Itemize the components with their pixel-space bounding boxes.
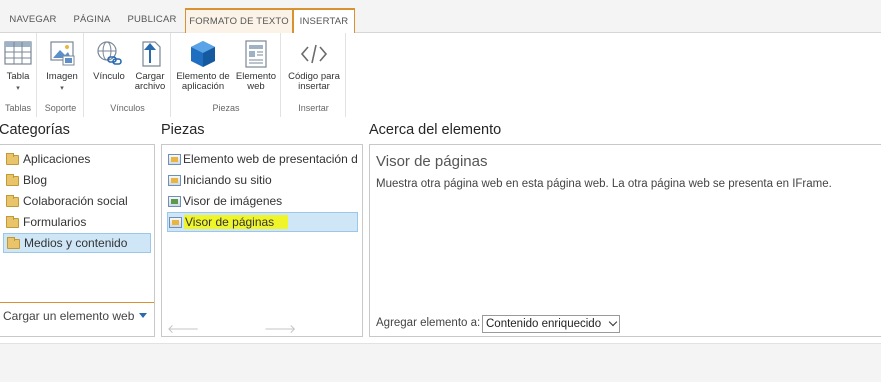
folder-icon [6, 174, 19, 186]
chevron-down-icon: ▾ [16, 85, 20, 92]
add-item-select[interactable]: Contenido enriquecido [482, 315, 620, 333]
group-label-insertar: Insertar [298, 103, 329, 113]
app-part-icon [191, 41, 215, 67]
group-vinculos: Vínculo Cargar archivo Vínculos [85, 33, 171, 117]
group-label-soporte: Soporte [44, 103, 77, 113]
chevron-down-icon: ▾ [60, 85, 64, 92]
pieces-title: Piezas [161, 122, 205, 138]
tab-pagina[interactable]: PÁGINA [66, 8, 118, 33]
piece-item-presentacion[interactable]: Elemento web de presentación d... [167, 150, 358, 170]
image-viewer-icon [168, 196, 181, 207]
tab-publicar[interactable]: PUBLICAR [120, 8, 184, 33]
group-tablas: Tabla ▾ Tablas [0, 33, 37, 117]
about-pane: Visor de páginas Muestra otra página web… [369, 144, 881, 337]
page-viewer-icon [169, 217, 182, 228]
chevron-down-icon [608, 317, 618, 327]
group-soporte: Imagen ▾ Soporte [38, 33, 84, 117]
embed-code-icon [300, 44, 328, 64]
add-item-label: Agregar elemento a: [376, 317, 481, 329]
folder-icon [6, 216, 19, 228]
category-item-medios-y-contenido[interactable]: Medios y contenido [3, 233, 151, 253]
tab-navegar[interactable]: NAVEGAR [2, 8, 64, 33]
image-icon [50, 41, 75, 66]
category-item-formularios[interactable]: Formularios [3, 213, 151, 233]
tabla-button[interactable]: Tabla ▾ [2, 39, 34, 94]
caret-down-icon [139, 313, 148, 318]
category-label: Medios y contenido [24, 236, 128, 250]
tab-insertar[interactable]: INSERTAR [293, 8, 355, 34]
categories-pane: Aplicaciones Blog Colaboración social Fo… [0, 144, 155, 337]
folder-icon [6, 153, 19, 165]
folder-icon [7, 237, 20, 249]
previous-page-icon[interactable]: 🡐 [167, 321, 199, 336]
cargar-archivo-button[interactable]: Cargar archivo [131, 39, 169, 92]
add-item-select-value: Contenido enriquecido [486, 318, 602, 330]
pieces-pane: Elemento web de presentación d... Inicia… [161, 144, 363, 337]
codigo-para-insertar-button[interactable]: Código para insertar [285, 39, 343, 92]
web-part-icon [168, 154, 181, 165]
ribbon-tab-bar: NAVEGAR PÁGINA PUBLICAR FORMATO DE TEXTO… [0, 0, 881, 34]
item-description: Muestra otra página web en esta página w… [376, 178, 832, 190]
upload-web-part-link[interactable]: Cargar un elemento web [3, 309, 148, 323]
tabla-label: Tabla [6, 71, 30, 82]
piece-item-visor-de-paginas[interactable]: Visor de páginas [167, 212, 358, 232]
elemento-web-label-2: web [247, 81, 265, 92]
piece-label: Visor de imágenes [183, 194, 283, 208]
table-icon [4, 41, 32, 65]
piece-item-visor-de-imagenes[interactable]: Visor de imágenes [167, 192, 358, 212]
piece-item-iniciando-su-sitio[interactable]: Iniciando su sitio [167, 171, 358, 191]
tab-formato-de-texto[interactable]: FORMATO DE TEXTO [185, 8, 293, 33]
bottom-bar [0, 343, 881, 382]
category-item-blog[interactable]: Blog [3, 171, 151, 191]
link-globe-icon [97, 41, 122, 65]
ribbon: Tabla ▾ Tablas Imagen ▾ Soporte Vínculo … [0, 33, 881, 117]
elemento-de-aplicacion-button[interactable]: Elemento de aplicación [174, 39, 232, 92]
vinculo-button[interactable]: Vínculo [89, 39, 129, 82]
categories-footer: Cargar un elemento web [0, 302, 154, 338]
imagen-label: Imagen [46, 71, 78, 82]
elemento-web-button[interactable]: Elemento web [234, 39, 278, 92]
upload-file-icon [142, 41, 161, 67]
group-label-piezas: Piezas [212, 103, 240, 113]
category-item-aplicaciones[interactable]: Aplicaciones [3, 150, 151, 170]
piece-label: Elemento web de presentación d... [183, 152, 358, 166]
cargar-archivo-label-2: archivo [134, 81, 166, 92]
imagen-button[interactable]: Imagen ▾ [44, 39, 80, 94]
category-label: Blog [23, 173, 48, 187]
category-item-colaboracion-social[interactable]: Colaboración social [3, 192, 151, 212]
folder-icon [6, 195, 19, 207]
piece-label-highlighted: Visor de páginas [184, 215, 289, 229]
elemento-de-aplicacion-label-2: aplicación [181, 81, 225, 92]
group-label-tablas: Tablas [4, 103, 31, 113]
group-label-vinculos: Vínculos [110, 103, 145, 113]
about-title-heading: Acerca del elemento [369, 122, 502, 138]
web-part-icon [168, 175, 181, 186]
group-piezas: Elemento de aplicación Elemento web Piez… [172, 33, 281, 117]
piece-label: Iniciando su sitio [183, 173, 272, 187]
category-label: Colaboración social [23, 194, 128, 208]
category-label: Formularios [23, 215, 87, 229]
categories-title: Categorías [0, 122, 70, 138]
vinculo-label: Vínculo [93, 71, 125, 82]
web-part-icon [245, 40, 267, 68]
group-insertar: Código para insertar Insertar [282, 33, 346, 117]
item-name: Visor de páginas [376, 153, 488, 170]
codigo-para-insertar-label-2: insertar [298, 81, 330, 92]
category-label: Aplicaciones [23, 152, 91, 166]
upload-web-part-label: Cargar un elemento web [3, 309, 135, 323]
next-page-icon[interactable]: 🡒 [264, 321, 296, 336]
